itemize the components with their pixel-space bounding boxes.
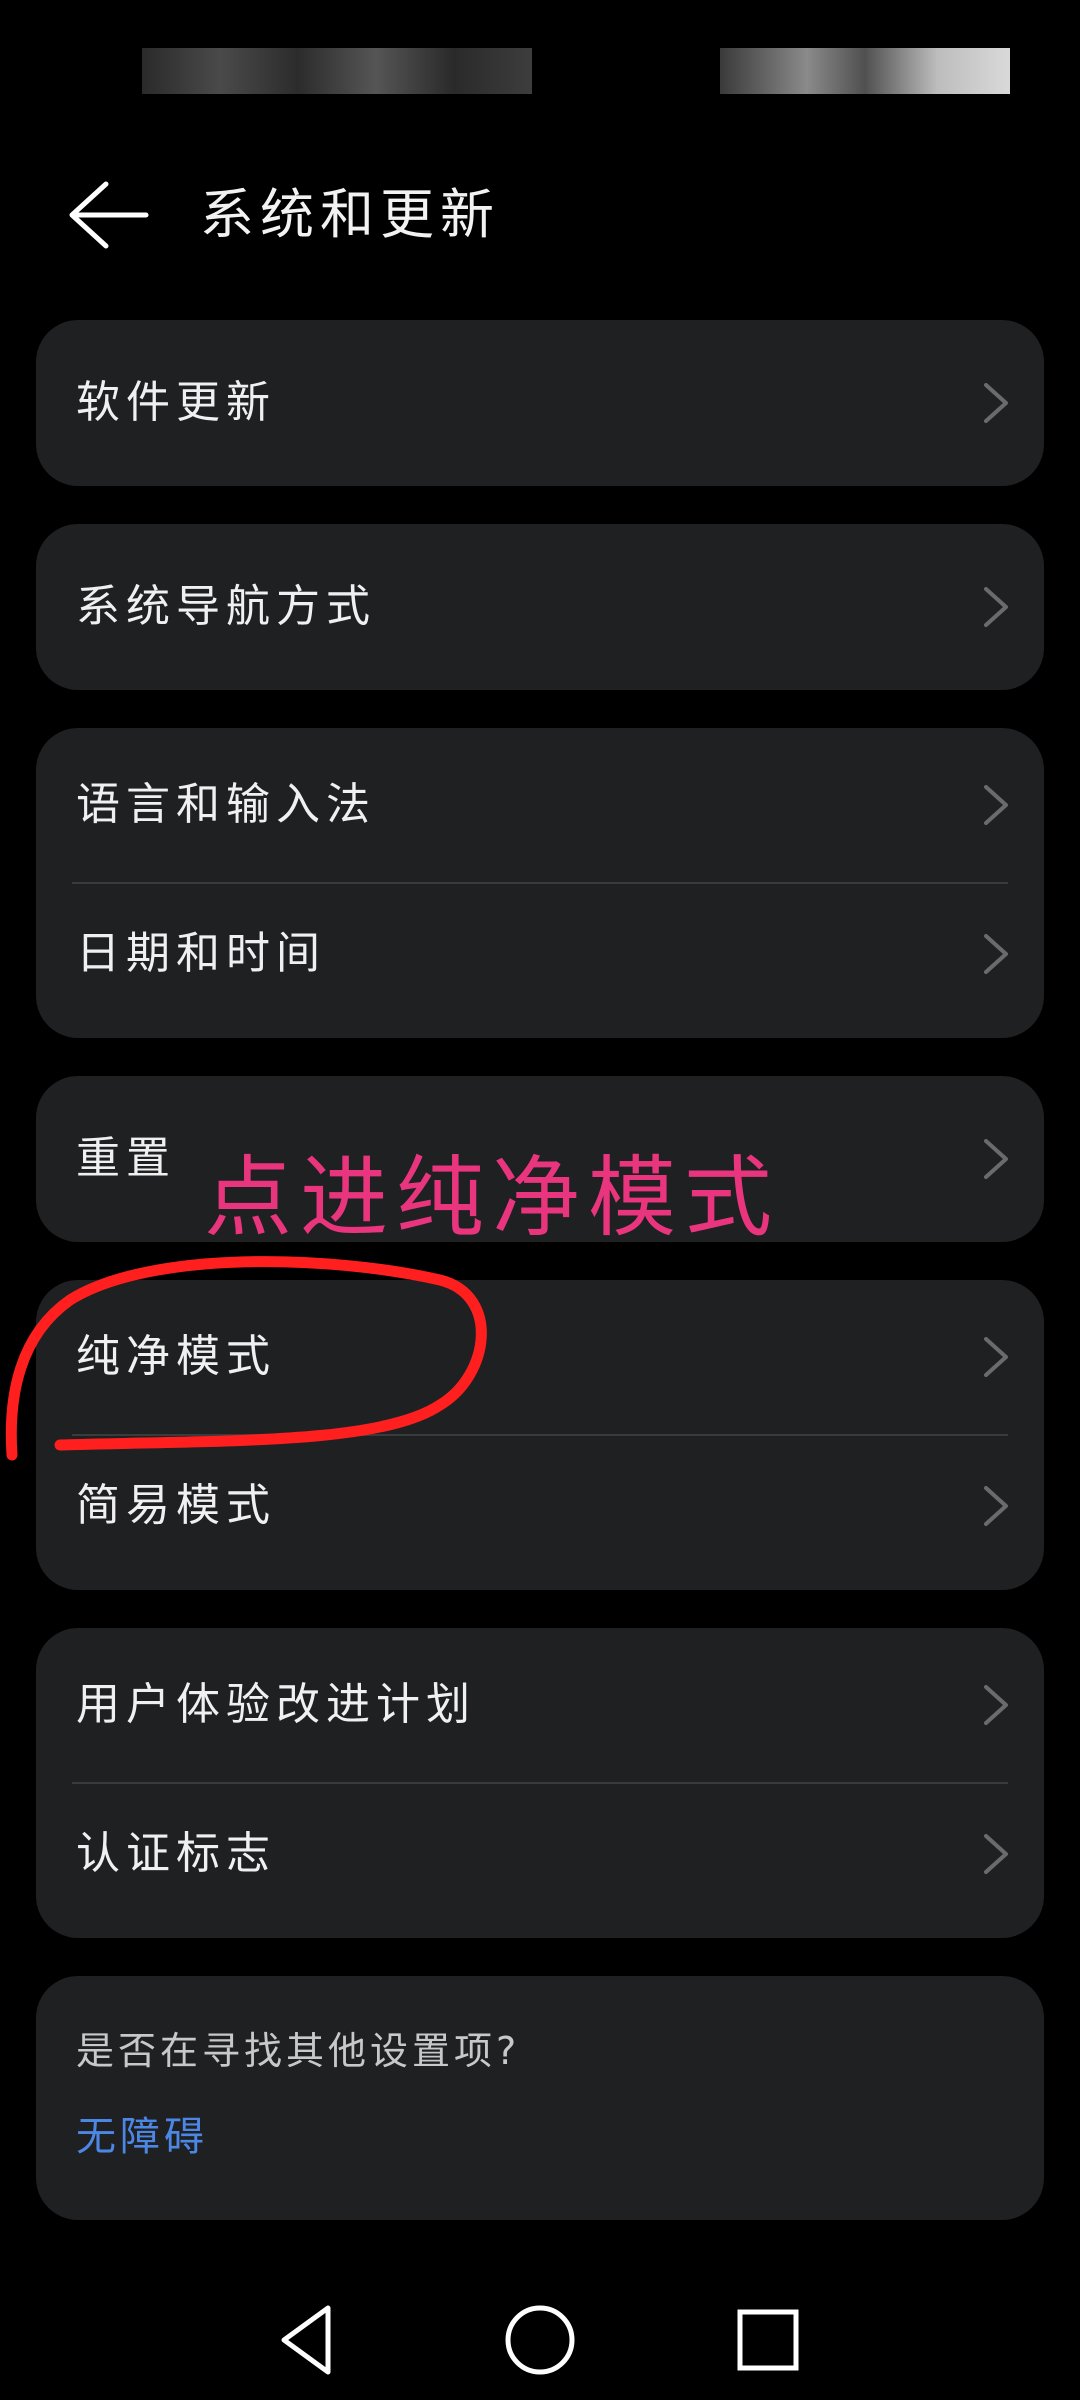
settings-item-certification[interactable]: 认证标志: [36, 1782, 1044, 1938]
status-bar: [0, 0, 1080, 140]
app-header: 系统和更新: [0, 150, 1080, 280]
chevron-right-icon: [984, 587, 1008, 627]
settings-item-system-navigation[interactable]: 系统导航方式: [36, 524, 1044, 690]
system-nav-bar: [0, 2270, 1080, 2400]
chevron-right-icon: [984, 1486, 1008, 1526]
chevron-right-icon: [984, 1139, 1008, 1179]
annotation-circle: [5, 1256, 487, 1461]
nav-home-icon[interactable]: [500, 2300, 580, 2380]
nav-recents-icon[interactable]: [728, 2300, 808, 2380]
settings-item-label: 日期和时间: [76, 928, 326, 979]
chevron-right-icon: [984, 1834, 1008, 1874]
settings-item-label: 用户体验改进计划: [76, 1679, 476, 1730]
page-title: 系统和更新: [200, 183, 500, 246]
nav-back-icon[interactable]: [270, 2300, 350, 2380]
other-settings-card: 是否在寻找其他设置项? 无障碍: [36, 1976, 1044, 2220]
settings-item-date-time[interactable]: 日期和时间: [36, 882, 1044, 1038]
chevron-right-icon: [984, 934, 1008, 974]
settings-item-label: 系统导航方式: [76, 581, 376, 632]
settings-item-label: 认证标志: [76, 1828, 276, 1879]
chevron-right-icon: [984, 1685, 1008, 1725]
settings-card-language-date: 语言和输入法 日期和时间: [36, 728, 1044, 1038]
settings-item-label: 软件更新: [76, 377, 276, 428]
settings-item-user-experience[interactable]: 用户体验改进计划: [36, 1628, 1044, 1782]
status-bar-right-blurred: [720, 48, 1010, 94]
chevron-right-icon: [984, 383, 1008, 423]
other-settings-hint: 是否在寻找其他设置项?: [76, 2029, 521, 2073]
settings-item-software-update[interactable]: 软件更新: [36, 320, 1044, 486]
back-arrow-icon[interactable]: [62, 178, 152, 252]
settings-item-label: 重置: [76, 1133, 176, 1184]
settings-item-language-input[interactable]: 语言和输入法: [36, 728, 1044, 882]
status-bar-left-blurred: [142, 48, 532, 94]
settings-card-software-update: 软件更新: [36, 320, 1044, 486]
annotation-text: 点进纯净模式: [204, 1146, 781, 1249]
settings-card-experience-cert: 用户体验改进计划 认证标志: [36, 1628, 1044, 1938]
settings-card-navigation: 系统导航方式: [36, 524, 1044, 690]
accessibility-link[interactable]: 无障碍: [76, 2104, 208, 2162]
chevron-right-icon: [984, 785, 1008, 825]
settings-item-label: 语言和输入法: [76, 779, 376, 830]
chevron-right-icon: [984, 1337, 1008, 1377]
